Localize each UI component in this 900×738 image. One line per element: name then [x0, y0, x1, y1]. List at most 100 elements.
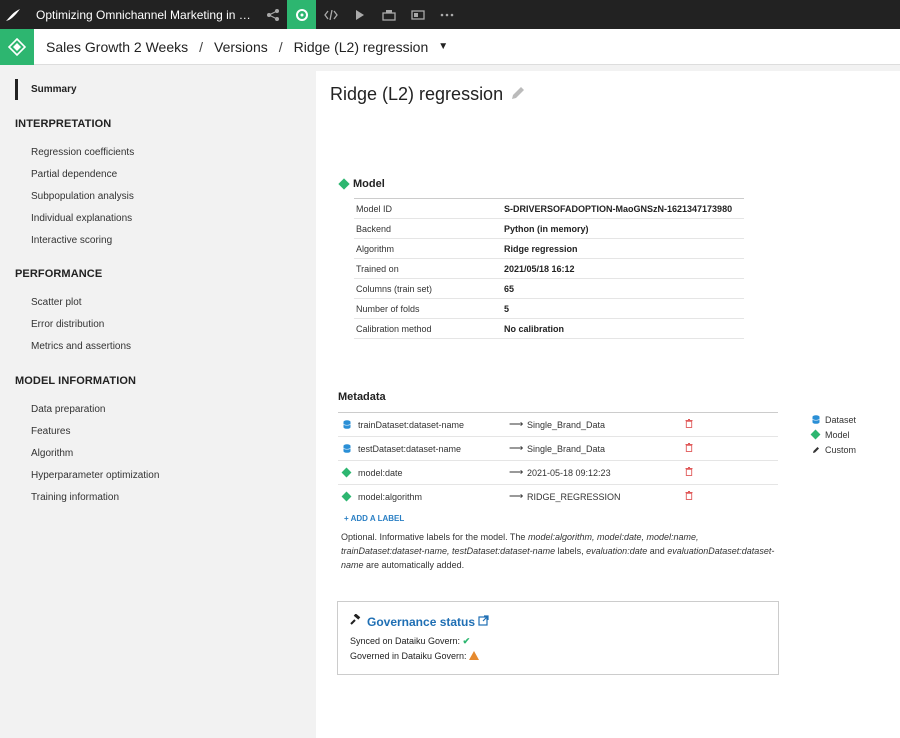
- code-icon[interactable]: [316, 0, 345, 29]
- pencil-icon[interactable]: [510, 85, 526, 104]
- sidebar-section-performance: PERFORMANCE: [15, 268, 103, 280]
- model-value: Python (in memory): [504, 223, 589, 234]
- table-divider: [354, 338, 744, 339]
- model-icon: [810, 429, 825, 440]
- legend-label: Custom: [825, 444, 857, 455]
- model-value: 65: [504, 283, 515, 294]
- metadata-table: trainDataset:dataset-name ⟶ Single_Brand…: [338, 412, 778, 508]
- model-key: Backend: [356, 223, 392, 234]
- plus-icon: +: [344, 514, 349, 523]
- sidebar-item-features[interactable]: Features: [31, 426, 70, 437]
- dataset-icon: [812, 415, 825, 424]
- metadata-section-heading: Metadata: [338, 391, 386, 403]
- metadata-value: 2021-05-18 09:12:23: [527, 467, 611, 478]
- saved-model-icon[interactable]: [0, 28, 34, 65]
- metadata-key: model:date: [358, 467, 403, 478]
- arrow-right-icon: ⟶: [509, 467, 524, 478]
- legend-item-custom: Custom: [812, 442, 856, 457]
- governance-title[interactable]: Governance status: [350, 613, 489, 629]
- governance-card: Governance status Synced on Dataiku Gove…: [337, 601, 779, 675]
- dataiku-bird-icon[interactable]: [0, 0, 26, 29]
- sidebar-item-scatter-plot[interactable]: Scatter plot: [31, 297, 82, 308]
- gavel-icon: [350, 613, 363, 629]
- breadcrumb-item-current[interactable]: Ridge (L2) regression: [294, 39, 429, 55]
- trash-icon[interactable]: [685, 467, 693, 478]
- model-key: Trained on: [356, 263, 399, 274]
- table-row: Number of folds 5: [354, 298, 744, 318]
- sidebar-section-model-information: MODEL INFORMATION: [15, 375, 137, 387]
- flow-icon[interactable]: [258, 0, 287, 29]
- table-row: Algorithm Ridge regression: [354, 238, 744, 258]
- synced-status: Synced on Dataiku Govern: ✔: [350, 636, 470, 647]
- legend-item-dataset: Dataset: [812, 412, 856, 427]
- model-icon: [338, 491, 356, 502]
- legend-label: Model: [825, 429, 850, 440]
- sidebar-item-subpopulation-analysis[interactable]: Subpopulation analysis: [31, 191, 134, 202]
- model-info-table: Model ID S-DRIVERSOFADOPTION-MaoGNSzN-16…: [354, 198, 744, 339]
- trash-icon[interactable]: [685, 491, 693, 502]
- model-key: Columns (train set): [356, 283, 433, 294]
- table-row: Columns (train set) 65: [354, 278, 744, 298]
- dashboard-icon[interactable]: [403, 0, 432, 29]
- sidebar: Summary INTERPRETATION Regression coeffi…: [0, 66, 314, 738]
- breadcrumb-item-model[interactable]: Sales Growth 2 Weeks: [46, 39, 188, 55]
- sidebar-item-metrics-and-assertions[interactable]: Metrics and assertions: [31, 341, 131, 352]
- add-label-button[interactable]: + ADD A LABEL: [344, 514, 404, 523]
- trash-icon[interactable]: [685, 419, 693, 430]
- project-title[interactable]: Optimizing Omnichannel Marketing in Pha.…: [26, 8, 258, 22]
- table-row: trainDataset:dataset-name ⟶ Single_Brand…: [338, 412, 778, 436]
- governance-title-text: Governance status: [367, 614, 476, 629]
- more-icon[interactable]: [432, 0, 461, 29]
- main-panel: Ridge (L2) regression Model Model ID S-D…: [316, 71, 900, 738]
- model-key: Model ID: [356, 203, 393, 214]
- arrow-right-icon: ⟶: [509, 443, 524, 454]
- sidebar-item-algorithm[interactable]: Algorithm: [31, 448, 73, 459]
- model-value: 5: [504, 303, 510, 314]
- metadata-value: RIDGE_REGRESSION: [527, 491, 621, 502]
- add-label-text: ADD A LABEL: [350, 514, 405, 523]
- check-icon: ✔: [462, 636, 471, 646]
- metadata-key: trainDataset:dataset-name: [358, 419, 465, 430]
- sidebar-item-training-information[interactable]: Training information: [31, 492, 119, 503]
- model-value: 2021/05/18 16:12: [504, 263, 575, 274]
- sidebar-item-hyperparameter-optimization[interactable]: Hyperparameter optimization: [31, 470, 159, 481]
- external-link-icon: [478, 614, 489, 629]
- model-value: Ridge regression: [504, 243, 578, 254]
- sidebar-item-data-preparation[interactable]: Data preparation: [31, 404, 106, 415]
- run-icon[interactable]: [345, 0, 374, 29]
- lab-icon[interactable]: [287, 0, 316, 29]
- model-key: Number of folds: [356, 303, 420, 314]
- top-bar: Optimizing Omnichannel Marketing in Pha.…: [0, 0, 900, 29]
- table-row: model:date ⟶ 2021-05-18 09:12:23: [338, 460, 778, 484]
- legend-item-model: Model: [810, 427, 856, 442]
- help-text-part: labels,: [555, 546, 587, 556]
- help-text-part: Optional. Informative labels for the mod…: [341, 532, 528, 542]
- sidebar-section-interpretation: INTERPRETATION: [15, 118, 112, 130]
- sidebar-item-individual-explanations[interactable]: Individual explanations: [31, 213, 132, 224]
- table-row: Calibration method No calibration: [354, 318, 744, 338]
- sidebar-item-partial-dependence[interactable]: Partial dependence: [31, 169, 117, 180]
- metadata-legend: Dataset Model Custom: [810, 412, 856, 457]
- table-row: model:algorithm ⟶ RIDGE_REGRESSION: [338, 484, 778, 508]
- model-icon: [338, 467, 356, 478]
- page-title: Ridge (L2) regression: [330, 84, 504, 104]
- breadcrumb: Sales Growth 2 Weeks / Versions / Ridge …: [34, 39, 448, 55]
- table-row: Backend Python (in memory): [354, 218, 744, 238]
- breadcrumb-item-versions[interactable]: Versions: [214, 39, 268, 55]
- model-icon: [338, 178, 350, 190]
- sidebar-item-interactive-scoring[interactable]: Interactive scoring: [31, 235, 112, 246]
- trash-icon[interactable]: [685, 443, 693, 454]
- model-value: S-DRIVERSOFADOPTION-MaoGNSzN-16213471739…: [504, 203, 733, 214]
- model-value: No calibration: [504, 323, 565, 334]
- governed-status: Governed in Dataiku Govern:: [350, 651, 480, 661]
- breadcrumb-separator: /: [199, 38, 204, 55]
- chevron-down-icon[interactable]: ▼: [438, 41, 448, 52]
- metadata-key: testDataset:dataset-name: [358, 443, 462, 454]
- governed-label: Governed in Dataiku Govern:: [350, 651, 467, 661]
- sidebar-item-regression-coefficients[interactable]: Regression coefficients: [31, 147, 134, 158]
- model-heading-text: Model: [353, 178, 385, 190]
- deploy-icon[interactable]: [374, 0, 403, 29]
- sidebar-item-summary[interactable]: Summary: [15, 79, 77, 100]
- sidebar-item-error-distribution[interactable]: Error distribution: [31, 319, 104, 330]
- table-row: Model ID S-DRIVERSOFADOPTION-MaoGNSzN-16…: [354, 198, 744, 218]
